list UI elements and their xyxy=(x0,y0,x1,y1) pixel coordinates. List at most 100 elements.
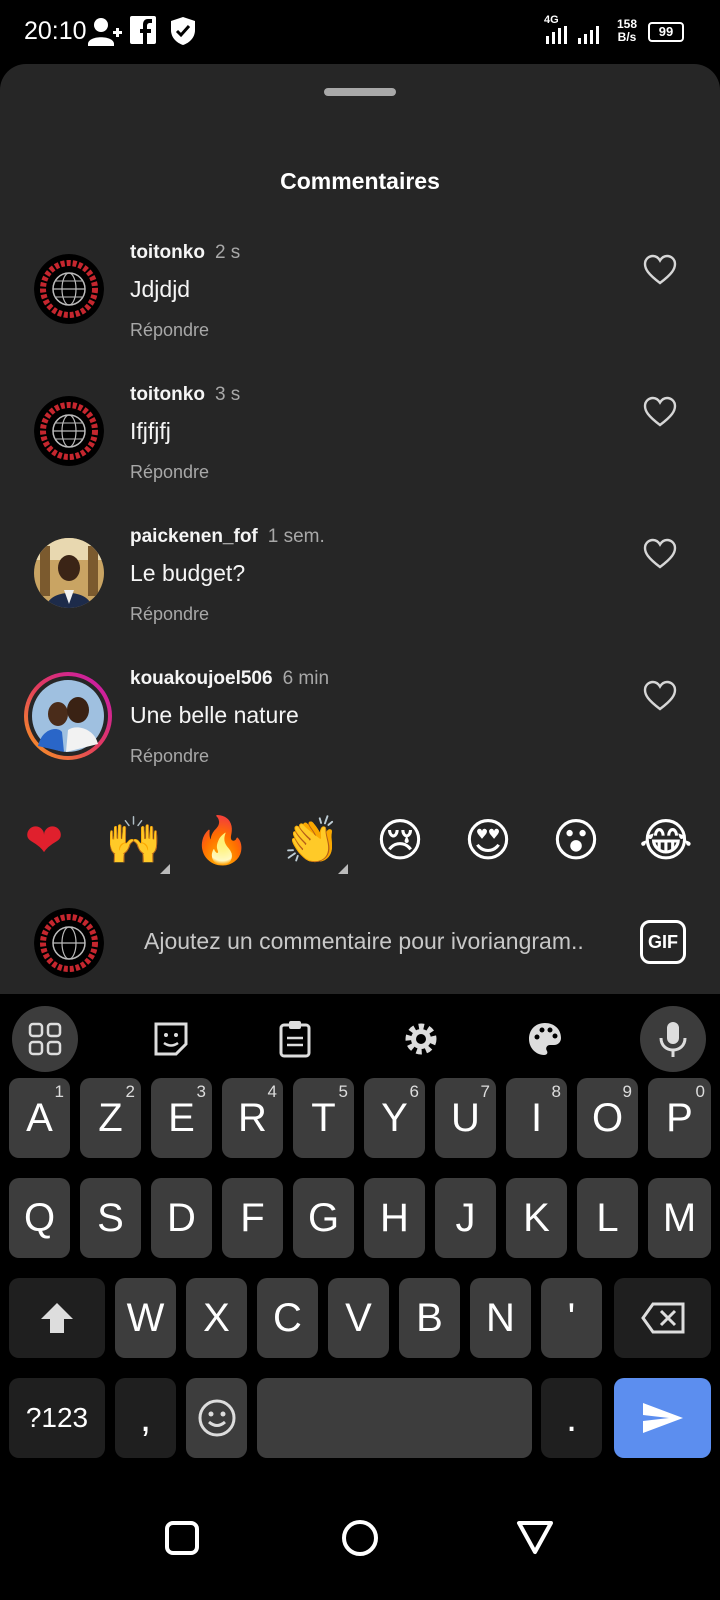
emoji-raised-hands[interactable]: 🙌 xyxy=(104,810,170,874)
emoji-clapping[interactable]: 👏 xyxy=(282,810,348,874)
emoji-heart[interactable]: ❤ xyxy=(14,810,74,870)
comment-username-text[interactable]: toitonko xyxy=(130,242,205,263)
comment-username[interactable]: toitonko 3 s xyxy=(130,384,240,406)
comma-key[interactable]: , xyxy=(115,1378,176,1458)
backspace-key[interactable] xyxy=(614,1278,711,1358)
comment-item: paickenen_fof 1 sem. Le budget? Répondre xyxy=(0,526,720,656)
comment-input[interactable]: Ajoutez un commentaire pour ivoriangram.… xyxy=(144,928,614,955)
key-e[interactable]: E3 xyxy=(151,1078,212,1158)
comment-item: toitonko 2 s Jdjdjd Répondre xyxy=(0,242,720,372)
key-u[interactable]: U7 xyxy=(435,1078,496,1158)
avatar[interactable] xyxy=(34,396,104,466)
story-avatar[interactable] xyxy=(24,672,112,760)
apps-grid-icon[interactable] xyxy=(12,1006,78,1072)
smiley-icon xyxy=(198,1399,235,1437)
comment-username[interactable]: paickenen_fof 1 sem. xyxy=(130,526,325,548)
home-circle-icon[interactable] xyxy=(340,1518,380,1558)
clipboard-icon[interactable] xyxy=(262,1006,328,1072)
key-label: Y xyxy=(381,1095,408,1140)
recents-square-icon[interactable] xyxy=(164,1520,200,1556)
speed-unit: B/s xyxy=(617,30,637,44)
gif-button[interactable]: GIF xyxy=(640,920,686,964)
comment-username[interactable]: toitonko 2 s xyxy=(130,242,240,264)
key-q[interactable]: Q xyxy=(9,1178,70,1258)
key-i[interactable]: I8 xyxy=(506,1078,567,1158)
like-heart-icon[interactable] xyxy=(643,396,677,428)
comment-username[interactable]: kouakoujoel506 6 min xyxy=(130,668,329,690)
key-hint: 1 xyxy=(54,1082,64,1101)
comment-username-text[interactable]: toitonko xyxy=(130,384,205,405)
key-c[interactable]: C xyxy=(257,1278,318,1358)
emoji-quick-bar: ❤ 🙌 🔥 👏 😢 😍 😮 😂 xyxy=(0,810,720,874)
comment-time: 2 s xyxy=(214,242,241,263)
key-l[interactable]: L xyxy=(577,1178,638,1258)
key-hint: 2 xyxy=(125,1082,135,1101)
space-key[interactable] xyxy=(257,1378,532,1458)
status-bar: 20:10 4G 158 B/s 99 xyxy=(0,0,720,64)
like-heart-icon[interactable] xyxy=(643,680,677,712)
emoji-crying[interactable]: 😢 xyxy=(370,810,430,870)
send-key[interactable] xyxy=(614,1378,711,1458)
backspace-icon xyxy=(640,1302,684,1334)
comment-text: Le budget? xyxy=(130,560,246,586)
user-photo-avatar xyxy=(28,676,108,756)
sticker-icon[interactable] xyxy=(138,1006,204,1072)
emoji-laughing[interactable]: 😂 xyxy=(636,810,696,870)
key-a[interactable]: A1 xyxy=(9,1078,70,1158)
key-hint: 5 xyxy=(338,1082,348,1101)
reply-button[interactable]: Répondre xyxy=(130,746,209,767)
key-v[interactable]: V xyxy=(328,1278,389,1358)
shift-key[interactable] xyxy=(9,1278,105,1358)
like-heart-icon[interactable] xyxy=(643,254,677,286)
key-w[interactable]: W xyxy=(115,1278,176,1358)
key-label: Z xyxy=(98,1095,123,1140)
reply-button[interactable]: Répondre xyxy=(130,462,209,483)
reply-button[interactable]: Répondre xyxy=(130,320,209,341)
settings-icon[interactable] xyxy=(388,1006,454,1072)
sheet-drag-handle[interactable] xyxy=(324,88,396,96)
key-x[interactable]: X xyxy=(186,1278,247,1358)
emoji-fire[interactable]: 🔥 xyxy=(192,810,252,870)
palette-icon[interactable] xyxy=(512,1006,578,1072)
symbols-key[interactable]: ?123 xyxy=(9,1378,105,1458)
key-o[interactable]: O9 xyxy=(577,1078,638,1158)
key-h[interactable]: H xyxy=(364,1178,425,1258)
key-t[interactable]: T5 xyxy=(293,1078,354,1158)
network-type: 4G xyxy=(544,14,559,26)
key-y[interactable]: Y6 xyxy=(364,1078,425,1158)
emoji-surprised[interactable]: 😮 xyxy=(546,810,606,870)
key-label: E xyxy=(168,1095,195,1140)
like-heart-icon[interactable] xyxy=(643,538,677,570)
key-j[interactable]: J xyxy=(435,1178,496,1258)
person-add-icon xyxy=(88,18,122,46)
comment-username-text[interactable]: kouakoujoel506 xyxy=(130,668,273,689)
avatar[interactable] xyxy=(34,254,104,324)
emoji-heart-eyes[interactable]: 😍 xyxy=(458,810,518,870)
reply-button[interactable]: Répondre xyxy=(130,604,209,625)
key-r[interactable]: R4 xyxy=(222,1078,283,1158)
emoji-key[interactable] xyxy=(186,1378,247,1458)
system-nav-bar xyxy=(0,1480,720,1600)
comment-username-text[interactable]: paickenen_fof xyxy=(130,526,258,547)
key-apostrophe[interactable]: ' xyxy=(541,1278,602,1358)
key-f[interactable]: F xyxy=(222,1178,283,1258)
microphone-icon[interactable] xyxy=(640,1006,706,1072)
sheet-title: Commentaires xyxy=(280,168,440,194)
key-label: R xyxy=(238,1095,267,1140)
skin-tone-indicator-icon xyxy=(338,864,348,874)
key-m[interactable]: M xyxy=(648,1178,711,1258)
key-n[interactable]: N xyxy=(470,1278,531,1358)
key-g[interactable]: G xyxy=(293,1178,354,1258)
key-b[interactable]: B xyxy=(399,1278,460,1358)
key-label: I xyxy=(530,1095,543,1140)
key-p[interactable]: P0 xyxy=(648,1078,711,1158)
back-triangle-icon[interactable] xyxy=(516,1520,554,1556)
key-hint: 8 xyxy=(551,1082,561,1101)
battery-icon: 99 xyxy=(648,22,684,42)
key-k[interactable]: K xyxy=(506,1178,567,1258)
key-s[interactable]: S xyxy=(80,1178,141,1258)
period-key[interactable]: . xyxy=(541,1378,602,1458)
avatar[interactable] xyxy=(34,538,104,608)
key-d[interactable]: D xyxy=(151,1178,212,1258)
key-z[interactable]: Z2 xyxy=(80,1078,141,1158)
